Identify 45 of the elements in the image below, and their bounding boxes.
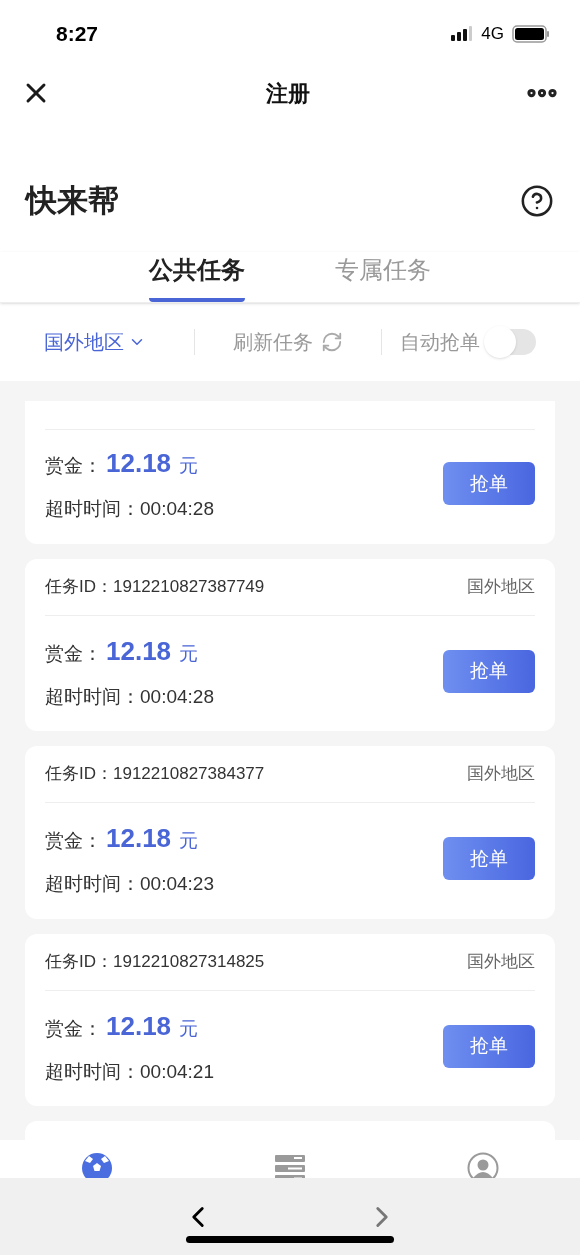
task-region: 国外地区: [467, 575, 535, 598]
region-dropdown[interactable]: 国外地区: [44, 327, 194, 357]
task-id: 任务ID：1912210827387749: [45, 575, 265, 598]
grab-order-button[interactable]: 抢单: [443, 462, 535, 506]
reward-label: 赏金：: [45, 641, 102, 666]
list-icon[interactable]: [274, 1152, 306, 1178]
reward-unit: 元: [179, 641, 199, 666]
task-id: 任务ID：1912210827384377: [45, 763, 265, 786]
refresh-button[interactable]: 刷新任务: [233, 327, 343, 357]
grab-order-button[interactable]: 抢单: [443, 649, 535, 693]
app-name: 快来帮: [26, 181, 119, 220]
task-region: 国外地区: [467, 950, 535, 973]
timeout-label: 超时时间：: [45, 872, 140, 896]
status-time: 8:27: [56, 21, 99, 48]
timeout-label: 超时时间：: [45, 497, 140, 521]
refresh-icon: [321, 331, 343, 353]
grab-order-button[interactable]: 抢单: [443, 837, 535, 881]
timeout-value: 00:04:28: [140, 497, 214, 521]
reward-label: 赏金：: [45, 1016, 102, 1041]
timeout-value: 00:04:21: [140, 1059, 214, 1084]
signal-icon: [451, 26, 474, 42]
reward-label: 赏金：: [45, 454, 102, 478]
reward-label: 赏金：: [45, 829, 102, 853]
tab[interactable]: 专属任务: [335, 252, 431, 302]
timeout-label: 超时时间：: [45, 684, 140, 709]
timeout-label: 超时时间：: [45, 1059, 140, 1084]
reward-amount: 12.18: [106, 634, 172, 668]
reward-unit: 元: [179, 829, 199, 853]
network-label: 4G: [481, 23, 504, 46]
timeout-value: 00:04:23: [140, 872, 214, 896]
reward-unit: 元: [179, 1016, 199, 1041]
page-title: 注册: [266, 79, 310, 108]
task-region: 国外地区: [467, 763, 535, 786]
tab[interactable]: 公共任务: [149, 252, 245, 302]
task-id: 任务ID：1912210827314825: [45, 950, 265, 973]
reward-amount: 12.18: [106, 1009, 172, 1043]
help-icon[interactable]: [520, 184, 554, 218]
reward-amount: 12.18: [106, 822, 172, 855]
reward-amount: 12.18: [106, 447, 172, 480]
grab-order-button[interactable]: 抢单: [443, 1024, 535, 1068]
timeout-value: 00:04:28: [140, 684, 214, 709]
battery-icon: [512, 25, 550, 43]
auto-grab-label: 自动抢单: [400, 330, 480, 355]
reward-unit: 元: [179, 454, 199, 478]
user-icon[interactable]: [467, 1152, 500, 1178]
